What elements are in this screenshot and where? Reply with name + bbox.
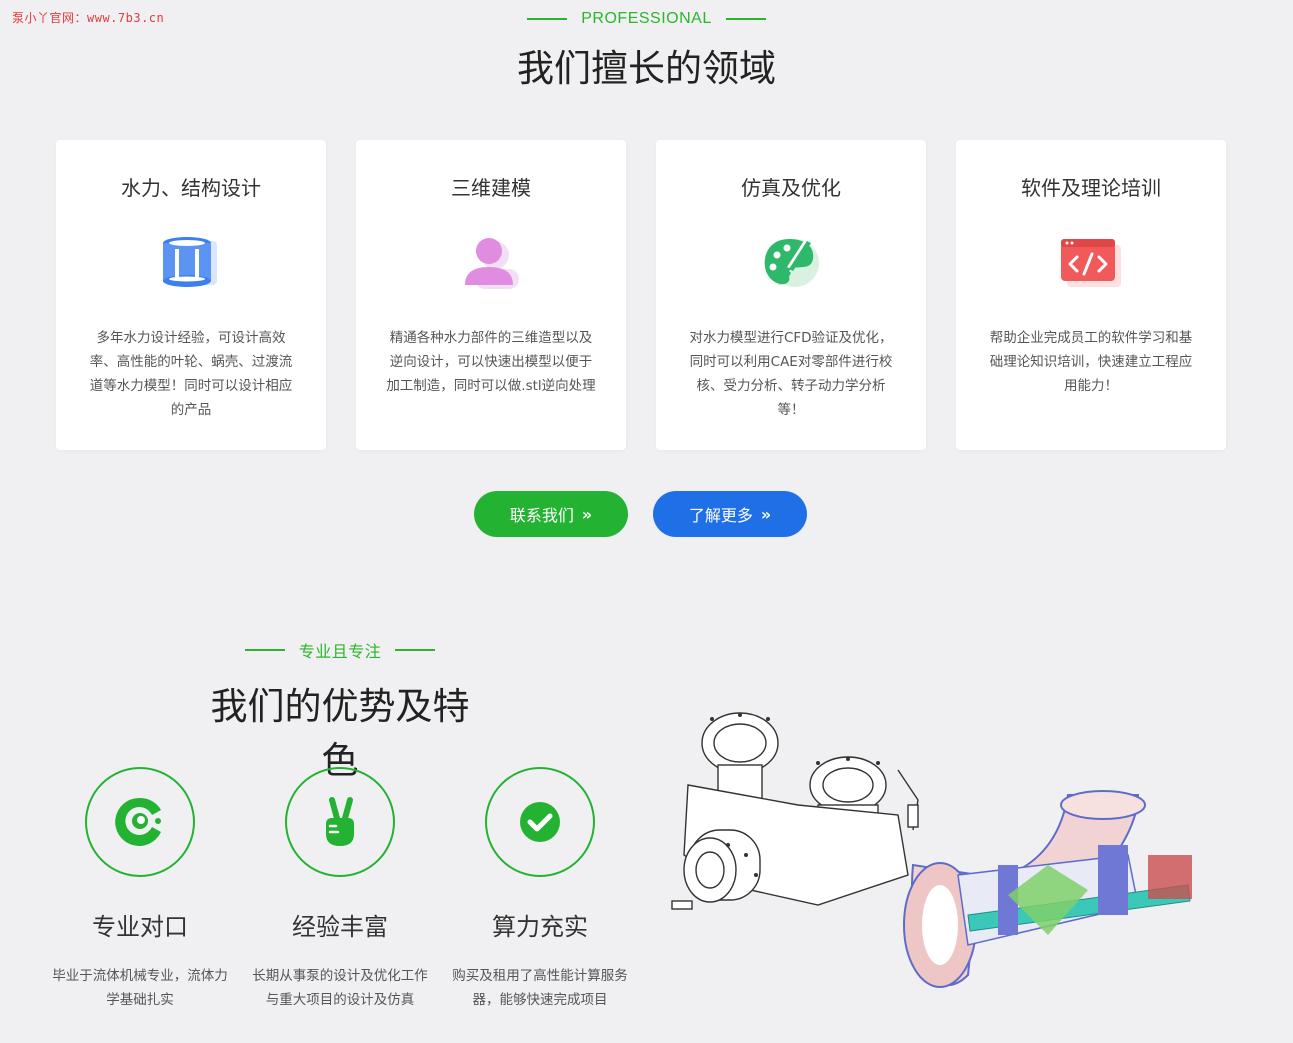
double-chevron-right-icon: » [581,504,593,524]
card-title: 仿真及优化 [741,176,841,200]
learn-more-button[interactable]: 了解更多 » [653,491,807,537]
pump-cad-illustration [671,712,1192,988]
user-icon [457,235,525,291]
eyebrow-text: 专业且专注 [298,644,382,661]
card-description: 对水力模型进行CFD验证及优化，同时可以利用CAE对零部件进行校核、受力分析、转… [689,330,893,418]
feature-icon-circle [285,767,395,877]
feature-title: 专业对口 [92,913,188,941]
section-title: 我们擅长的领域 [517,47,776,90]
service-card-training[interactable]: 软件及理论培训 帮助企业完成员工的软件学习和基础理论知识培训，快速建立工程应用能… [956,140,1226,450]
service-card-simulation[interactable]: 仿真及优化 对水力模型进行CFD验证及优化，同时可以利用CAE对零部件进行校核、… [656,140,926,450]
feature-icon-circle [85,767,195,877]
feature-description: 毕业于流体机械专业，流体力学基础扎实 [52,968,228,1008]
card-title: 水力、结构设计 [121,176,261,200]
feature-icon-circle [485,767,595,877]
feature-description: 购买及租用了高性能计算服务器，能够快速完成项目 [452,968,628,1008]
cylinder-icon [157,235,225,291]
learn-more-label: 了解更多 [688,506,753,525]
pacman-c-icon [115,797,161,846]
section-eyebrow: 专业且专注 [195,638,485,662]
check-circle-icon [520,802,560,842]
palette-icon [757,235,825,291]
eyebrow-line-right [395,649,436,651]
card-description: 精通各种水力部件的三维造型以及逆向设计，可以快速出模型以便于加工制造，同时可以做… [386,330,596,394]
eyebrow-text: PROFESSIONAL [581,10,712,27]
feature-experience: 经验丰富 长期从事泵的设计及优化工作与重大项目的设计及仿真 [250,767,430,1012]
service-card-hydraulic-design[interactable]: 水力、结构设计 多年水力设计经验，可设计高效率、高性能的叶轮、蜗壳、过渡流道等水… [56,140,326,450]
contact-us-label: 联系我们 [509,506,574,525]
contact-us-button[interactable]: 联系我们 » [474,491,628,537]
section-eyebrow: PROFESSIONAL [0,10,1293,28]
feature-computing-power: 算力充实 购买及租用了高性能计算服务器，能够快速完成项目 [450,767,630,1012]
section-header-advantages: 专业且专注 我们的优势及特色 [195,638,485,784]
double-chevron-right-icon: » [760,504,772,524]
service-card-3d-modeling[interactable]: 三维建模 精通各种水力部件的三维造型以及逆向设计，可以快速出模型以便于加工制造，… [356,140,626,450]
section-header-professional: PROFESSIONAL 我们擅长的领域 [0,10,1293,92]
victory-hand-icon [326,797,354,846]
card-description: 多年水力设计经验，可设计高效率、高性能的叶轮、蜗壳、过渡流道等水力模型！同时可以… [89,330,293,418]
feature-professional: 专业对口 毕业于流体机械专业，流体力学基础扎实 [50,767,230,1012]
card-title: 软件及理论培训 [1021,176,1161,200]
card-description: 帮助企业完成员工的软件学习和基础理论知识培训，快速建立工程应用能力！ [989,330,1193,394]
feature-title: 经验丰富 [292,913,388,941]
eyebrow-line-left [244,649,285,651]
eyebrow-line-left [527,18,568,20]
feature-title: 算力充实 [492,913,588,941]
card-title: 三维建模 [451,176,531,200]
eyebrow-line-right [725,18,766,20]
feature-description: 长期从事泵的设计及优化工作与重大项目的设计及仿真 [252,968,428,1008]
code-icon [1057,235,1125,291]
